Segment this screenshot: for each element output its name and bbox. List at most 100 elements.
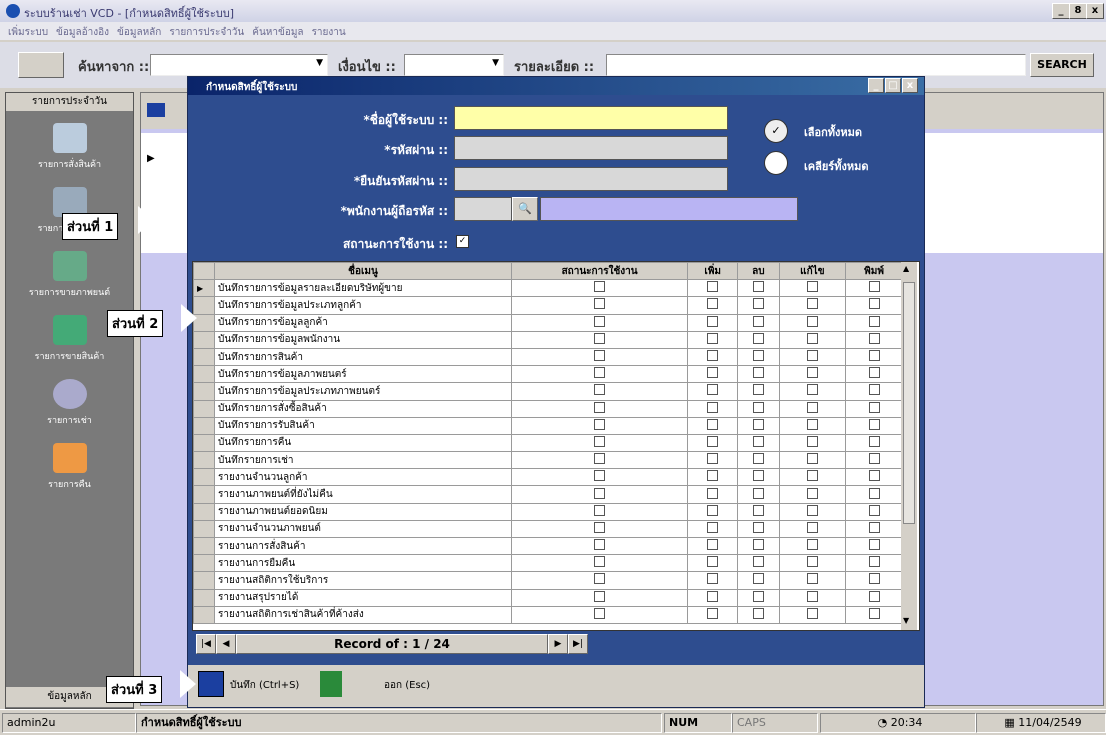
permission-checkbox[interactable] (752, 487, 764, 499)
permission-checkbox[interactable] (806, 281, 818, 293)
detail-input[interactable] (606, 54, 1026, 76)
dialog-maximize-button[interactable]: □ (885, 78, 901, 93)
toolbar-toggle-button[interactable] (18, 52, 64, 78)
column-header[interactable]: สถานะการใช้งาน (510, 262, 689, 281)
permission-checkbox[interactable] (707, 435, 719, 447)
menu-report[interactable]: รายงาน (312, 25, 346, 40)
prev-record-icon[interactable]: ◀ (216, 634, 236, 654)
permission-checkbox[interactable] (868, 556, 880, 568)
scroll-up-icon[interactable]: ▲ (903, 264, 909, 273)
scroll-thumb[interactable] (903, 282, 915, 524)
column-header[interactable]: เพิ่ม (687, 262, 739, 281)
row-selector[interactable] (193, 347, 215, 367)
permission-checkbox[interactable] (707, 539, 719, 551)
row-selector[interactable] (193, 433, 215, 453)
permission-checkbox[interactable] (752, 367, 764, 379)
permission-checkbox[interactable] (594, 453, 606, 465)
menu-master[interactable]: ข้อมูลหลัก (117, 25, 161, 40)
permission-checkbox[interactable] (752, 470, 764, 482)
permission-checkbox[interactable] (806, 539, 818, 551)
table-row[interactable]: บันทึกรายการข้อมูลพนักงาน (193, 330, 903, 349)
permission-checkbox[interactable] (707, 350, 719, 362)
permission-checkbox[interactable] (594, 607, 606, 619)
permission-checkbox[interactable] (707, 470, 719, 482)
table-row[interactable]: บันทึกรายการสั่งซื้อสินค้า (193, 399, 903, 418)
permission-checkbox[interactable] (752, 315, 764, 327)
permission-checkbox[interactable] (594, 332, 606, 344)
table-row[interactable]: บันทึกรายการสินค้า (193, 347, 903, 367)
table-row[interactable]: รายงานการยืมคืน (193, 554, 903, 573)
permission-checkbox[interactable] (868, 298, 880, 310)
exit-door-icon[interactable] (320, 671, 342, 697)
permission-checkbox[interactable] (806, 521, 818, 533)
permission-checkbox[interactable] (594, 521, 606, 533)
permission-checkbox[interactable] (594, 384, 606, 396)
condition-select[interactable]: ▼ (404, 54, 504, 76)
dialog-close-button[interactable]: x (902, 78, 918, 93)
clear-all-icon[interactable] (764, 151, 788, 175)
permission-checkbox[interactable] (707, 504, 719, 516)
save-disk-icon[interactable] (198, 671, 224, 697)
permission-checkbox[interactable] (806, 298, 818, 310)
nav-movie-sale-item[interactable]: รายการขายภาพยนต์ (6, 251, 133, 299)
menu-system[interactable]: เพิ่มระบบ (8, 25, 48, 40)
table-row[interactable]: บันทึกรายการข้อมูลประเภทลูกค้า (193, 296, 903, 315)
row-selector[interactable] (193, 554, 215, 573)
permission-checkbox[interactable] (868, 401, 880, 413)
nav-rent-item[interactable]: รายการเช่า (6, 379, 133, 427)
permission-checkbox[interactable] (752, 521, 764, 533)
row-selector[interactable] (193, 399, 215, 418)
permission-checkbox[interactable] (594, 435, 606, 447)
permission-checkbox[interactable] (806, 315, 818, 327)
dialog-minimize-button[interactable]: _ (868, 78, 884, 93)
permission-checkbox[interactable] (594, 590, 606, 602)
permission-checkbox[interactable] (806, 418, 818, 430)
row-selector[interactable] (193, 365, 215, 384)
row-selector[interactable] (193, 588, 215, 607)
permission-checkbox[interactable] (594, 504, 606, 516)
column-header[interactable]: แก้ไข (778, 262, 847, 281)
table-scrollbar[interactable]: ▲ ▼ (901, 262, 917, 630)
row-selector[interactable] (193, 571, 215, 590)
table-row[interactable]: บันทึกรายการข้อมูลประเภทภาพยนตร์ (193, 382, 903, 401)
username-input[interactable] (454, 106, 728, 130)
permission-checkbox[interactable] (806, 453, 818, 465)
minimize-button[interactable]: _ (1052, 3, 1070, 19)
permission-checkbox[interactable] (806, 590, 818, 602)
row-selector[interactable] (193, 502, 215, 521)
permission-checkbox[interactable] (868, 281, 880, 293)
permission-checkbox[interactable] (707, 298, 719, 310)
permission-checkbox[interactable] (868, 573, 880, 585)
permission-checkbox[interactable] (594, 367, 606, 379)
permission-checkbox[interactable] (806, 607, 818, 619)
permission-checkbox[interactable] (806, 384, 818, 396)
permission-checkbox[interactable] (707, 281, 719, 293)
column-header[interactable]: ชื่อเมนู (214, 262, 512, 281)
permission-checkbox[interactable] (806, 401, 818, 413)
permission-checkbox[interactable] (594, 281, 606, 293)
table-row[interactable]: รายงานจำนวนลูกค้า (193, 468, 903, 487)
row-selector[interactable] (193, 536, 215, 556)
employee-code-input[interactable] (454, 197, 512, 221)
permission-checkbox[interactable] (707, 401, 719, 413)
permission-checkbox[interactable] (707, 315, 719, 327)
permission-checkbox[interactable] (752, 504, 764, 516)
permission-checkbox[interactable] (752, 350, 764, 362)
row-selector[interactable] (193, 605, 215, 624)
table-row[interactable]: รายงานสถิติการใช้บริการ (193, 571, 903, 590)
permission-checkbox[interactable] (806, 435, 818, 447)
select-all-label[interactable]: เลือกทั้งหมด (804, 123, 862, 141)
table-row[interactable]: รายงานสรุปรายได้ (193, 588, 903, 607)
permission-checkbox[interactable] (594, 350, 606, 362)
row-selector[interactable] (193, 416, 215, 435)
menu-search[interactable]: ค้นหาข้อมูล (252, 25, 303, 40)
permission-checkbox[interactable] (868, 453, 880, 465)
permission-checkbox[interactable] (594, 539, 606, 551)
table-row[interactable]: บันทึกรายการข้อมูลลูกค้า (193, 313, 903, 332)
exit-button[interactable]: ออก (Esc) (384, 678, 430, 693)
permission-checkbox[interactable] (752, 607, 764, 619)
save-button[interactable]: บันทึก (Ctrl+S) (230, 678, 299, 693)
permission-checkbox[interactable] (594, 401, 606, 413)
table-row[interactable]: รายงานภาพยนต์ที่ยังไม่คืน (193, 485, 903, 504)
permission-checkbox[interactable] (594, 556, 606, 568)
